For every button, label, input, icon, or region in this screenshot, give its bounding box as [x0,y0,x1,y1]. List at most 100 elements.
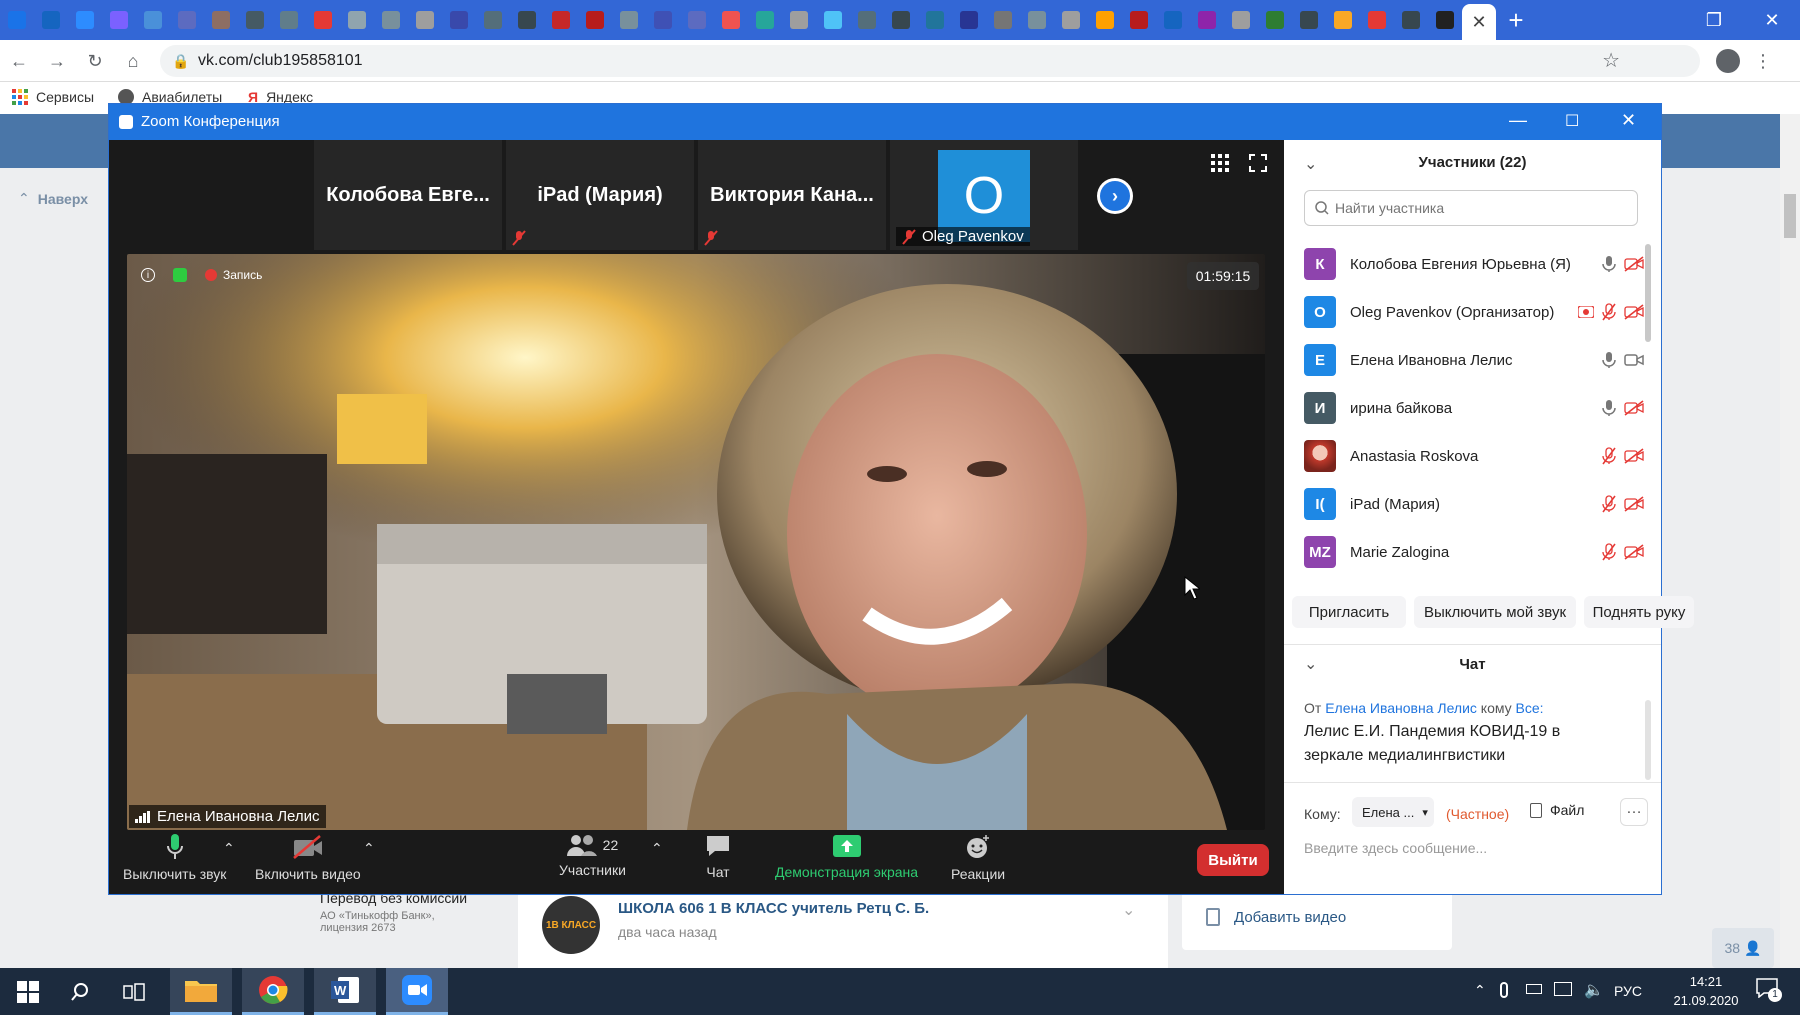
mute-me-button[interactable]: Выключить мой звук [1414,596,1576,628]
thumbnail-kolobova[interactable]: Колобова Евге... [314,140,502,250]
thumbnail-ipad[interactable]: iPad (Мария) [506,140,694,250]
browser-tab[interactable] [1394,0,1428,40]
close-window-icon[interactable]: ✕ [1744,0,1800,40]
microphone-tray-icon[interactable] [1500,982,1508,998]
browser-tab[interactable] [374,0,408,40]
close-icon[interactable]: ✕ [1621,110,1636,131]
active-tab[interactable]: ✕ [1462,4,1496,40]
participant-search[interactable] [1304,190,1638,226]
browser-tab[interactable] [1326,0,1360,40]
bookmark-services[interactable]: Сервисы [12,89,94,105]
language-indicator[interactable]: РУС [1614,983,1642,999]
browser-tab[interactable] [850,0,884,40]
mute-button[interactable]: Выключить звук [123,834,226,882]
shield-icon[interactable] [173,268,187,282]
browser-tab[interactable] [1224,0,1258,40]
browser-tab[interactable] [782,0,816,40]
browser-tab[interactable] [680,0,714,40]
browser-tab[interactable] [1122,0,1156,40]
task-view-icon[interactable] [106,968,162,1015]
browser-tab[interactable] [748,0,782,40]
back-icon[interactable]: ← [4,46,34,76]
browser-tab[interactable] [612,0,646,40]
maximize-icon[interactable]: ☐ [1565,111,1579,131]
browser-tab[interactable] [68,0,102,40]
participant-row[interactable]: I(iPad (Мария) [1304,484,1644,524]
browser-tab[interactable] [1360,0,1394,40]
reactions-button[interactable]: Реакции [951,834,1005,882]
share-screen-button[interactable]: Демонстрация экрана [775,834,918,880]
file-button[interactable]: Файл [1530,802,1584,818]
browser-tab[interactable] [1428,0,1462,40]
network-icon[interactable] [1554,982,1572,996]
browser-tab[interactable] [918,0,952,40]
page-scrollbar[interactable] [1780,114,1800,968]
video-options-chevron-icon[interactable]: ⌃ [363,840,375,857]
battery-icon[interactable] [1526,984,1542,994]
chrome-icon[interactable] [242,968,304,1015]
chat-input[interactable]: Введите здесь сообщение... [1304,840,1634,856]
invite-button[interactable]: Пригласить [1292,596,1406,628]
scroll-thumb[interactable] [1784,194,1796,238]
restore-icon[interactable]: ❐ [1686,0,1742,40]
participant-search-input[interactable] [1335,200,1615,216]
browser-tab[interactable] [170,0,204,40]
zoom-app-icon[interactable] [386,968,448,1015]
friends-counter[interactable]: 38 👤 [1712,928,1774,968]
browser-tab[interactable] [204,0,238,40]
participants-options-chevron-icon[interactable]: ⌃ [651,840,663,857]
new-tab-button[interactable]: + [1496,0,1536,40]
browser-tab[interactable] [816,0,850,40]
profile-icon[interactable] [1716,49,1740,73]
browser-tab[interactable] [646,0,680,40]
chevron-down-icon[interactable]: ⌄ [1122,900,1135,920]
info-icon[interactable]: i [141,268,155,282]
tray-overflow-icon[interactable]: ⌃ [1474,982,1486,999]
browser-tab[interactable] [510,0,544,40]
browser-tab[interactable] [884,0,918,40]
start-video-button[interactable]: Включить видео [255,834,361,882]
menu-kebab-icon[interactable]: ⋮ [1754,45,1772,77]
browser-tab[interactable] [1020,0,1054,40]
vk-ad[interactable]: Перевод без комиссии АО «Тинькофф Банк»,… [320,890,500,934]
browser-tab[interactable] [442,0,476,40]
chat-sender[interactable]: Елена Ивановна Лелис [1325,700,1477,716]
browser-tab[interactable] [476,0,510,40]
next-page-button[interactable]: › [1097,178,1133,214]
browser-tab[interactable] [578,0,612,40]
browser-tab[interactable] [1258,0,1292,40]
add-video-link[interactable]: Добавить видео [1206,908,1346,926]
home-icon[interactable]: ⌂ [118,46,148,76]
browser-tab[interactable] [306,0,340,40]
participant-row[interactable]: Иирина байкова [1304,388,1644,428]
raise-hand-button[interactable]: Поднять руку [1584,596,1694,628]
browser-tab[interactable] [102,0,136,40]
browser-tab[interactable] [952,0,986,40]
participant-row[interactable]: O Oleg Pavenkov (Организатор) [1304,292,1644,332]
volume-icon[interactable]: 🔈 [1584,980,1604,1000]
browser-tab[interactable] [544,0,578,40]
browser-tab[interactable] [714,0,748,40]
active-speaker-video[interactable]: i Запись 01:59:15 Елена Ивановна Лелис [127,254,1265,830]
more-options-icon[interactable]: … [1620,798,1648,826]
explorer-folder-icon[interactable] [170,968,232,1015]
bookmark-yandex[interactable]: Я Яндекс [248,89,313,105]
chat-scrollbar[interactable] [1645,700,1651,780]
participants-button[interactable]: 22 Участники [559,834,626,878]
browser-tab[interactable] [1190,0,1224,40]
thumbnail-viktoria[interactable]: Виктория Кана... [698,140,886,250]
chat-button[interactable]: Чат [705,834,731,880]
browser-tab[interactable] [238,0,272,40]
browser-tab[interactable] [1054,0,1088,40]
back-to-top[interactable]: ⌃ Наверх [18,190,88,207]
participant-row[interactable]: MZ Marie Zalogina [1304,532,1644,572]
participant-row[interactable]: К Колобова Евгения Юрьевна (Я) [1304,244,1644,284]
gallery-view-icon[interactable] [1211,154,1229,172]
browser-tab[interactable] [136,0,170,40]
browser-tab[interactable] [272,0,306,40]
forward-icon[interactable]: → [42,46,72,76]
participant-row[interactable]: Е Елена Ивановна Лелис [1304,340,1644,380]
leave-button[interactable]: Выйти [1197,844,1269,876]
search-icon[interactable] [52,968,108,1015]
omnibox[interactable]: 🔒 vk.com/club195858101 ☆ ⋮ [160,45,1772,77]
